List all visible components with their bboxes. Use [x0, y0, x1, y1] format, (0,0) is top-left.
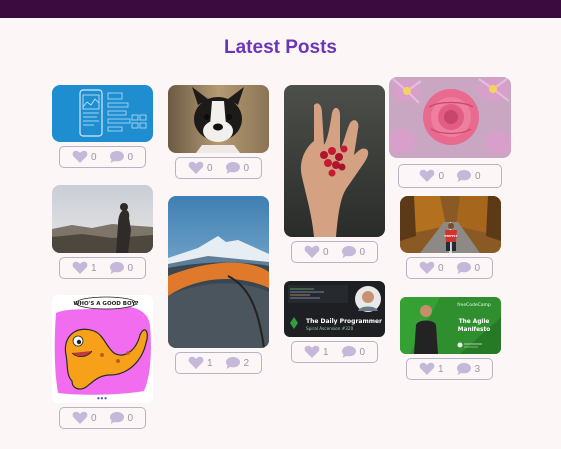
comment-count: 0 [475, 170, 481, 182]
comment-button[interactable]: 0 [225, 161, 250, 175]
like-button[interactable]: 1 [188, 356, 213, 370]
like-button[interactable]: 1 [419, 362, 444, 376]
lizard-caption: WHO'S A GOOD BOY? [73, 301, 138, 307]
post-stats: 0 0 [406, 257, 493, 279]
like-count: 1 [90, 262, 97, 274]
speech-bubble-icon [456, 262, 471, 274]
like-count: 1 [206, 357, 213, 369]
like-button[interactable]: 1 [304, 345, 329, 359]
heart-icon [72, 261, 88, 274]
post-image-puppy[interactable] [168, 85, 269, 153]
comment-button[interactable]: 0 [109, 411, 134, 425]
heart-icon [188, 161, 204, 174]
like-button[interactable]: 0 [72, 411, 97, 425]
post-image-hand-berries[interactable] [284, 85, 385, 237]
heart-icon [419, 362, 435, 375]
speech-bubble-icon [225, 162, 240, 174]
comment-count: 0 [127, 151, 134, 163]
page-title: Latest Posts [224, 37, 337, 58]
comment-button[interactable]: 2 [225, 356, 250, 370]
comment-button[interactable]: 0 [456, 169, 481, 183]
post-image-autumn-road[interactable]: PERFECT [400, 196, 501, 253]
speech-bubble-icon [341, 246, 356, 258]
comment-count: 0 [359, 246, 366, 258]
speech-bubble-icon [457, 170, 471, 182]
heart-icon [72, 150, 88, 163]
shirt-text: PERFECT [445, 234, 458, 238]
speech-bubble-icon [109, 262, 124, 274]
heart-icon [188, 356, 204, 369]
like-count: 1 [322, 346, 329, 358]
post-stats: 0 0 [59, 146, 146, 168]
like-button[interactable]: 0 [304, 245, 329, 259]
programmer-title: The Daily Programmer [306, 318, 382, 325]
post-image-lizard-cartoon[interactable]: WHO'S A GOOD BOY? ● ● ● [52, 295, 153, 403]
speech-bubble-icon [456, 363, 471, 375]
like-button[interactable]: 1 [72, 261, 97, 275]
comment-count: 0 [359, 346, 366, 358]
like-button[interactable]: 0 [188, 161, 213, 175]
heart-icon [420, 169, 435, 182]
comment-count: 3 [474, 363, 481, 375]
post-stats: 0 0 [291, 241, 378, 263]
comment-button[interactable]: 0 [341, 345, 366, 359]
like-count: 1 [437, 363, 444, 375]
post-stats: 1 3 [406, 358, 493, 380]
comment-button[interactable]: 0 [456, 261, 481, 275]
heart-icon [304, 245, 320, 258]
like-button[interactable]: 0 [419, 261, 444, 275]
agile-title-line1: The Agile [459, 319, 490, 325]
post-image-agile-manifesto[interactable]: freeCodeCamp The Agile Manifesto [400, 297, 501, 354]
speech-bubble-icon [109, 151, 124, 163]
post-image-daily-programmer[interactable]: The Daily Programmer Spiral Ascension #3… [284, 281, 385, 337]
like-count: 0 [438, 170, 444, 182]
agile-brand: freeCodeCamp [457, 302, 491, 308]
heart-icon [304, 345, 320, 358]
comment-count: 0 [127, 262, 134, 274]
post-stats: 1 0 [291, 341, 378, 363]
svg-text:● ● ●: ● ● ● [97, 396, 107, 400]
programmer-subtitle: Spiral Ascension #320 [306, 326, 354, 331]
like-count: 0 [322, 246, 329, 258]
post-stats: 0 0 [398, 164, 502, 188]
like-count: 0 [206, 162, 213, 174]
like-button[interactable]: 0 [72, 150, 97, 164]
comment-count: 0 [243, 162, 250, 174]
post-image-mountain-tent[interactable] [168, 196, 269, 348]
like-count: 0 [437, 262, 444, 274]
comment-button[interactable]: 0 [109, 261, 134, 275]
post-stats: 0 0 [175, 157, 262, 179]
post-image-phone-wireframe[interactable] [52, 85, 153, 142]
comment-count: 0 [127, 412, 134, 424]
post-image-flowers[interactable] [389, 77, 511, 158]
comment-button[interactable]: 3 [456, 362, 481, 376]
speech-bubble-icon [341, 346, 356, 358]
agile-title-line2: Manifesto [458, 327, 490, 333]
post-stats: 1 2 [175, 352, 262, 374]
comment-count: 0 [474, 262, 481, 274]
comment-count: 2 [243, 357, 250, 369]
speech-bubble-icon [109, 412, 124, 424]
like-count: 0 [90, 412, 97, 424]
heart-icon [419, 261, 435, 274]
post-stats: 1 0 [59, 257, 146, 279]
comment-button[interactable]: 0 [109, 150, 134, 164]
top-bar [0, 0, 561, 18]
post-stats: 0 0 [59, 407, 146, 429]
like-button[interactable]: 0 [419, 169, 444, 183]
post-image-hiker[interactable] [52, 185, 153, 253]
speech-bubble-icon [225, 357, 240, 369]
heart-icon [72, 411, 88, 424]
like-count: 0 [90, 151, 97, 163]
comment-button[interactable]: 0 [341, 245, 366, 259]
